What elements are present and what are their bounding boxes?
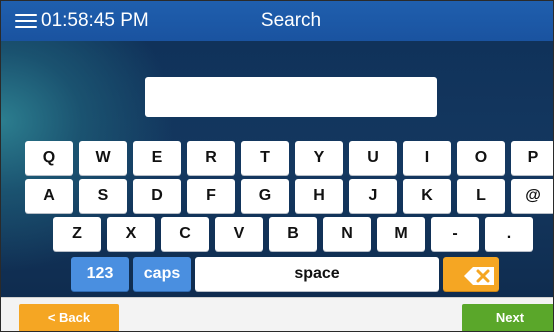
key-y[interactable]: Y	[295, 141, 343, 175]
key-q[interactable]: Q	[25, 141, 73, 175]
key-h[interactable]: H	[295, 179, 343, 213]
keyboard-panel: Q W E R T Y U I O P A S D F G H J K L @ …	[1, 41, 553, 297]
back-button[interactable]: < Back	[19, 304, 119, 331]
key-e[interactable]: E	[133, 141, 181, 175]
header-bar: 01:58:45 PM Search	[1, 1, 553, 42]
key-r[interactable]: R	[187, 141, 235, 175]
clock-time: 01:58:45 PM	[41, 10, 149, 31]
hamburger-menu-icon[interactable]	[15, 13, 37, 29]
key-u[interactable]: U	[349, 141, 397, 175]
key-c[interactable]: C	[161, 217, 209, 251]
key-s[interactable]: S	[79, 179, 127, 213]
key-p[interactable]: P	[511, 141, 553, 175]
key-t[interactable]: T	[241, 141, 289, 175]
key-a[interactable]: A	[25, 179, 73, 213]
key-at[interactable]: @	[511, 179, 553, 213]
key-x[interactable]: X	[107, 217, 155, 251]
key-o[interactable]: O	[457, 141, 505, 175]
search-input[interactable]	[145, 77, 437, 117]
numbers-key[interactable]: 123	[71, 257, 129, 291]
caps-key[interactable]: caps	[133, 257, 191, 291]
key-n[interactable]: N	[323, 217, 371, 251]
footer-bar: < Back Next	[1, 297, 553, 331]
key-period[interactable]: .	[485, 217, 533, 251]
space-key[interactable]: space	[195, 257, 439, 291]
key-j[interactable]: J	[349, 179, 397, 213]
key-v[interactable]: V	[215, 217, 263, 251]
key-i[interactable]: I	[403, 141, 451, 175]
key-d[interactable]: D	[133, 179, 181, 213]
key-m[interactable]: M	[377, 217, 425, 251]
page-title: Search	[260, 10, 322, 31]
key-b[interactable]: B	[269, 217, 317, 251]
key-k[interactable]: K	[403, 179, 451, 213]
key-g[interactable]: G	[241, 179, 289, 213]
backspace-key[interactable]	[443, 257, 499, 291]
key-w[interactable]: W	[79, 141, 127, 175]
key-dash[interactable]: -	[431, 217, 479, 251]
key-f[interactable]: F	[187, 179, 235, 213]
key-l[interactable]: L	[457, 179, 505, 213]
backspace-icon	[464, 267, 494, 285]
key-z[interactable]: Z	[53, 217, 101, 251]
next-button[interactable]: Next	[462, 304, 553, 331]
search-screen: 01:58:45 PM Search Q W E R T Y U I O P A…	[0, 0, 554, 332]
